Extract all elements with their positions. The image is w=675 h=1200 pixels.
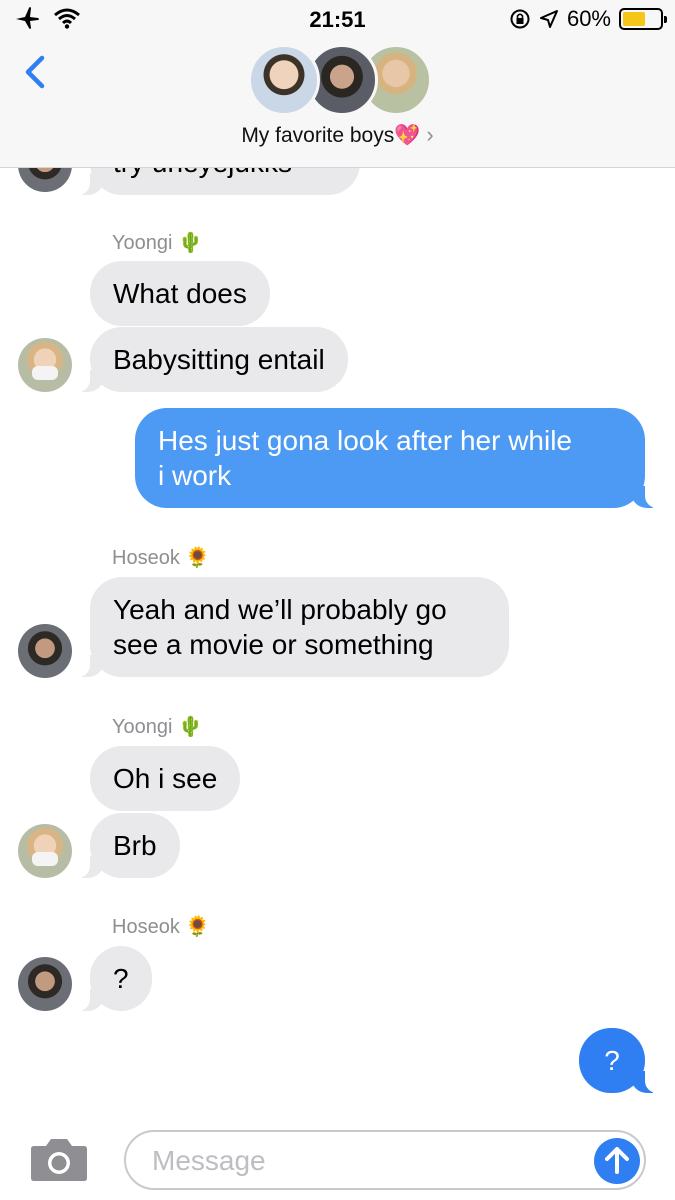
chevron-right-icon: ›: [426, 122, 434, 147]
message-bubble-incoming[interactable]: try uneyejukks: [76, 168, 360, 195]
group-avatars[interactable]: [248, 44, 432, 116]
message-text: Babysitting entail: [113, 344, 325, 375]
sender-name: Hoseok 🌻: [112, 547, 211, 569]
message-bubble-incoming[interactable]: Brb: [76, 813, 180, 878]
message-bubble-outgoing[interactable]: ?: [579, 1028, 659, 1093]
message-input[interactable]: Message: [124, 1130, 646, 1190]
message-bubble-incoming[interactable]: Babysitting entail: [76, 327, 348, 392]
send-button[interactable]: [594, 1138, 640, 1184]
message-text-line: i work: [158, 460, 232, 491]
message-text: ?: [604, 1045, 620, 1076]
message-placeholder: Message: [152, 1145, 266, 1176]
message-list[interactable]: try uneyejukks Yoongi 🌵 What does Babysi…: [0, 168, 675, 1100]
camera-button[interactable]: [30, 1136, 88, 1182]
rotation-lock-icon: [510, 9, 530, 29]
sender-name: Yoongi 🌵: [112, 232, 203, 254]
camera-icon: [31, 1139, 87, 1181]
message-text: What does: [113, 278, 247, 309]
message-text: Oh i see: [113, 763, 218, 794]
conversation-header: 21:51 60% My favorite boys💖 ›: [0, 0, 675, 168]
battery-cap: [664, 16, 667, 23]
arrow-up-icon: [605, 1147, 629, 1174]
chevron-left-icon: [25, 55, 45, 89]
group-avatar-1: [248, 44, 320, 116]
avatar: [18, 168, 72, 192]
sender-name: Hoseok 🌻: [112, 916, 211, 938]
message-bubble-incoming[interactable]: What does: [90, 261, 270, 326]
message-text-line: Hes just gona look after her while: [158, 425, 572, 456]
message-text: Brb: [113, 830, 157, 861]
avatar: [18, 624, 72, 678]
avatar: [18, 338, 72, 392]
back-button[interactable]: [18, 52, 58, 92]
avatar: [18, 824, 72, 878]
message-text-line: see a movie or something: [113, 629, 434, 660]
battery-level: [623, 12, 645, 26]
composer-bar: Message: [0, 1110, 675, 1200]
avatar: [18, 957, 72, 1011]
message-text-line: Yeah and we’ll probably go: [113, 594, 447, 625]
group-name: My favorite boys💖: [241, 124, 421, 147]
location-icon: [539, 10, 558, 28]
message-text: try uneyejukks: [113, 168, 292, 178]
message-text: ?: [113, 963, 129, 994]
battery-icon: [619, 8, 667, 30]
battery-percent: 60%: [566, 6, 611, 31]
sender-name: Yoongi 🌵: [112, 716, 203, 738]
message-bubble-incoming[interactable]: Yeah and we’ll probably go see a movie o…: [76, 577, 509, 677]
message-bubble-incoming[interactable]: ?: [76, 946, 152, 1011]
message-bubble-outgoing[interactable]: Hes just gona look after her while i wor…: [135, 408, 659, 508]
status-bar: 21:51 60%: [0, 0, 675, 38]
group-title[interactable]: My favorite boys💖 ›: [0, 122, 675, 148]
message-bubble-incoming[interactable]: Oh i see: [90, 746, 241, 811]
status-right: 60%: [509, 6, 667, 32]
